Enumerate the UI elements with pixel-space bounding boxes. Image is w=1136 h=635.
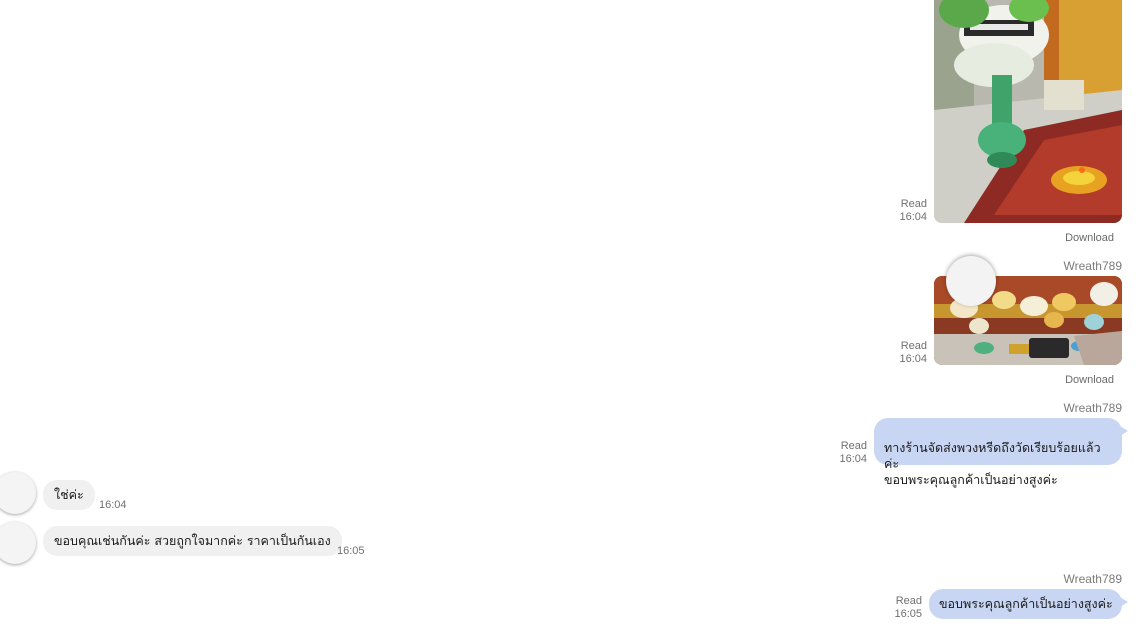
message-time: 16:05 (337, 545, 365, 557)
message-time: 16:04 (839, 453, 867, 465)
download-link[interactable]: Download (1040, 374, 1114, 387)
message-time: 16:05 (894, 608, 922, 620)
read-receipt: Read 16:05 (875, 595, 922, 621)
outgoing-message-bubble[interactable]: ขอบพระคุณลูกค้าเป็นอย่างสูงค่ะ (929, 589, 1128, 619)
message-text: ใช่ค่ะ (54, 487, 84, 502)
sender-name: Wreath789 (1063, 572, 1122, 586)
wreath-photo-image[interactable] (934, 0, 1122, 223)
chat-thread: Read 16:04 Download Wreath789 Read 16:04… (0, 0, 1136, 635)
avatar[interactable] (0, 472, 36, 514)
read-receipt: Read 16:04 (820, 440, 867, 466)
avatar[interactable] (0, 522, 36, 564)
read-status: Read (900, 340, 927, 352)
incoming-message-bubble[interactable]: ใช่ค่ะ (43, 480, 95, 510)
message-time: 16:04 (899, 211, 927, 223)
message-text: ทางร้านจัดส่งพวงหรีดถึงวัดเรียบร้อยแล้วค… (884, 440, 1101, 487)
read-status: Read (840, 440, 867, 452)
bubble-tail (1120, 597, 1128, 607)
avatar[interactable] (946, 256, 996, 306)
message-time: 16:04 (899, 353, 927, 365)
sender-name: Wreath789 (1063, 401, 1122, 415)
read-receipt: Read 16:04 (880, 340, 927, 366)
download-link[interactable]: Download (1040, 232, 1114, 245)
incoming-message-bubble[interactable]: ขอบคุณเช่นกันค่ะ สวยถูกใจมากค่ะ ราคาเป็น… (43, 526, 342, 556)
read-status: Read (895, 595, 922, 607)
bubble-tail (1120, 426, 1128, 436)
sender-name: Wreath789 (1063, 259, 1122, 273)
read-status: Read (900, 198, 927, 210)
message-text: ขอบคุณเช่นกันค่ะ สวยถูกใจมากค่ะ ราคาเป็น… (54, 533, 331, 548)
message-time: 16:04 (99, 499, 127, 511)
message-text: ขอบพระคุณลูกค้าเป็นอย่างสูงค่ะ (939, 596, 1113, 611)
outgoing-message-bubble[interactable]: ทางร้านจัดส่งพวงหรีดถึงวัดเรียบร้อยแล้วค… (874, 418, 1128, 487)
read-receipt: Read 16:04 (880, 198, 927, 224)
